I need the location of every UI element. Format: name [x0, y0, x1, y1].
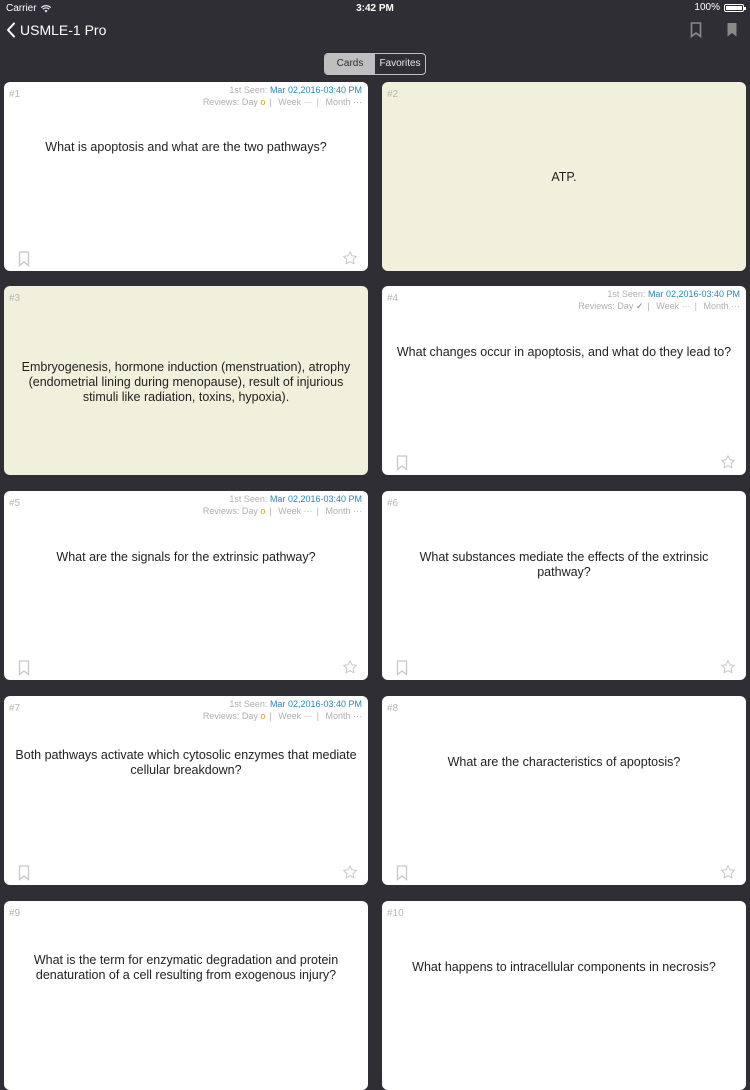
card-text: What is apoptosis and what are the two p…	[45, 140, 327, 154]
card-text: Embryogenesis, hormone induction (menstr…	[21, 360, 351, 404]
card-text: What substances mediate the effects of t…	[419, 550, 709, 579]
card-review-meta: 1st Seen: Mar 02,2016-03:40 PM Reviews: …	[202, 85, 362, 107]
card-text: Both pathways activate which cytosolic e…	[15, 748, 357, 777]
back-button-label: USMLE-1 Pro	[20, 22, 107, 38]
review-day-label: Day	[241, 506, 258, 516]
card-review-meta: 1st Seen: Mar 02,2016-03:40 PM Reviews: …	[202, 494, 362, 516]
star-icon[interactable]	[342, 864, 358, 880]
review-week-status: ···	[681, 301, 691, 311]
bookmark-icon[interactable]	[396, 660, 408, 676]
card-number: #4	[387, 293, 399, 304]
first-seen-date: Mar 02,2016-03:40 PM	[647, 289, 740, 299]
card-number: #2	[387, 89, 399, 100]
flashcard[interactable]: #4 1st Seen: Mar 02,2016-03:40 PM Review…	[382, 286, 746, 475]
review-week-label: Week	[278, 506, 302, 516]
flashcard[interactable]: #3 Embryogenesis, hormone induction (men…	[4, 286, 368, 475]
card-text: What happens to intracellular components…	[412, 960, 716, 974]
review-week-label: Week	[278, 97, 302, 107]
review-week-label: Week	[278, 711, 302, 721]
card-number: #6	[387, 498, 399, 509]
card-text: What changes occur in apoptosis, and wha…	[396, 345, 732, 359]
flashcard[interactable]: #2 ATP.	[382, 82, 746, 271]
review-month-label: Month	[325, 506, 351, 516]
card-number: #3	[9, 293, 21, 304]
star-icon[interactable]	[342, 659, 358, 675]
status-bar: Carrier 3:42 PM 100%	[0, 0, 750, 16]
back-button[interactable]: USMLE-1 Pro	[6, 22, 106, 38]
view-segmented-control: Cards Favorites	[324, 53, 426, 75]
card-review-meta: 1st Seen: Mar 02,2016-03:40 PM Reviews: …	[578, 289, 740, 311]
review-week-status: ···	[303, 711, 313, 721]
reviews-label: Reviews:	[202, 97, 240, 107]
first-seen-date: Mar 02,2016-03:40 PM	[269, 699, 362, 709]
first-seen-label: 1st Seen:	[229, 494, 268, 504]
review-day-label: Day	[241, 711, 258, 721]
review-day-status: ✓	[635, 301, 644, 311]
card-number: #7	[9, 703, 21, 714]
card-text: What is the term for enzymatic degradati…	[33, 953, 339, 982]
card-review-meta: 1st Seen: Mar 02,2016-03:40 PM Reviews: …	[202, 699, 362, 721]
review-week-status: ···	[303, 506, 313, 516]
review-day-label: Day	[617, 301, 634, 311]
bookmark-icon[interactable]	[18, 251, 30, 267]
first-seen-label: 1st Seen:	[229, 699, 268, 709]
tab-cards[interactable]: Cards	[325, 54, 375, 74]
review-month-status: ···	[353, 97, 362, 107]
review-month-label: Month	[703, 301, 729, 311]
review-week-label: Week	[656, 301, 680, 311]
review-month-status: ···	[731, 301, 740, 311]
review-month-label: Month	[325, 97, 351, 107]
reviews-label: Reviews:	[578, 301, 615, 311]
flashcard[interactable]: #10 What happens to intracellular compon…	[382, 901, 746, 1090]
star-icon[interactable]	[342, 250, 358, 266]
battery-icon	[724, 3, 746, 12]
status-time: 3:42 PM	[356, 3, 394, 14]
chevron-left-icon	[7, 22, 15, 38]
bookmark-icon[interactable]	[18, 660, 30, 676]
star-icon[interactable]	[720, 454, 736, 470]
star-icon[interactable]	[720, 864, 736, 880]
card-text: What are the signals for the extrinsic p…	[56, 550, 316, 564]
flashcard[interactable]: #1 1st Seen: Mar 02,2016-03:40 PM Review…	[4, 82, 368, 271]
first-seen-date: Mar 02,2016-03:40 PM	[269, 494, 362, 504]
flashcard[interactable]: #8 What are the characteristics of apopt…	[382, 696, 746, 885]
reviews-label: Reviews:	[202, 711, 240, 721]
review-month-status: ···	[353, 711, 362, 721]
first-seen-label: 1st Seen:	[607, 289, 646, 299]
card-number: #5	[9, 498, 21, 509]
bookmark-icon[interactable]	[396, 455, 408, 471]
bookmark-filled-icon[interactable]	[726, 22, 738, 38]
bookmark-icon[interactable]	[18, 865, 30, 881]
review-day-status: o	[260, 506, 266, 516]
bookmark-outline-icon[interactable]	[690, 22, 702, 38]
card-number: #9	[9, 908, 21, 919]
card-number: #8	[387, 703, 399, 714]
flashcard[interactable]: #9 What is the term for enzymatic degrad…	[4, 901, 368, 1090]
flashcard[interactable]: #6 What substances mediate the effects o…	[382, 491, 746, 680]
navigation-bar: USMLE-1 Pro	[0, 16, 750, 46]
review-week-status: ···	[303, 97, 313, 107]
card-text: ATP.	[551, 170, 577, 184]
first-seen-date: Mar 02,2016-03:40 PM	[269, 85, 362, 95]
review-month-status: ···	[353, 506, 362, 516]
reviews-label: Reviews:	[202, 506, 240, 516]
battery-indicator: 100%	[694, 2, 746, 13]
first-seen-label: 1st Seen:	[229, 85, 268, 95]
flashcard[interactable]: #5 1st Seen: Mar 02,2016-03:40 PM Review…	[4, 491, 368, 680]
review-day-status: o	[260, 97, 266, 107]
review-day-label: Day	[241, 97, 258, 107]
battery-percent: 100%	[694, 2, 720, 13]
card-text: What are the characteristics of apoptosi…	[447, 755, 681, 769]
star-icon[interactable]	[720, 659, 736, 675]
flashcard[interactable]: #7 1st Seen: Mar 02,2016-03:40 PM Review…	[4, 696, 368, 885]
card-number: #10	[387, 908, 404, 919]
review-day-status: o	[260, 711, 266, 721]
review-month-label: Month	[325, 711, 351, 721]
bookmark-icon[interactable]	[396, 865, 408, 881]
card-number: #1	[9, 89, 21, 100]
tab-favorites[interactable]: Favorites	[375, 54, 425, 74]
